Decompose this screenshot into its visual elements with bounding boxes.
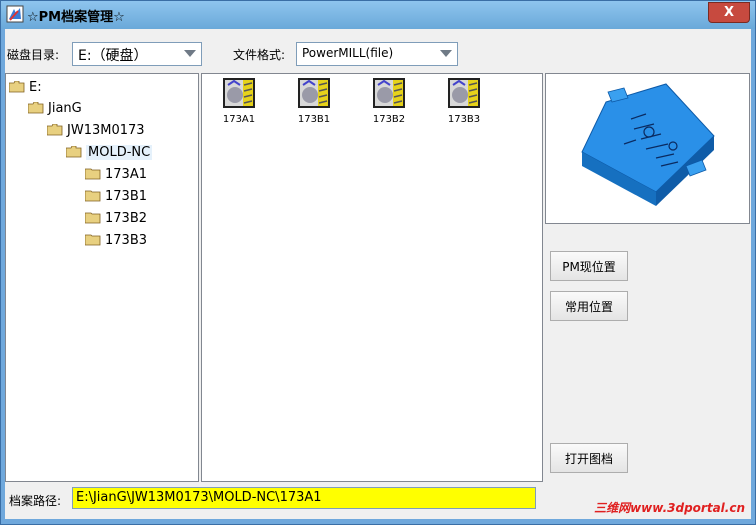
folder-icon — [85, 168, 101, 180]
file-item[interactable]: 173A1 — [214, 77, 264, 125]
folder-open-icon — [47, 124, 63, 136]
file-item-label: 173B3 — [447, 114, 481, 125]
window-title: ☆PM档案管理☆ — [27, 10, 125, 25]
tree-item[interactable]: 173A1 — [85, 165, 147, 183]
path-value: E:\JianG\JW13M0173\MOLD-NC\173A1 — [76, 490, 322, 505]
tree-item-label: MOLD-NC — [86, 144, 153, 160]
file-item[interactable]: 173B2 — [364, 77, 414, 125]
tree-item-label: 173B1 — [105, 188, 148, 204]
title-bar[interactable]: ☆PM档案管理☆ X — [1, 1, 755, 29]
powermill-project-icon — [298, 78, 330, 108]
tree-item-label: 173A1 — [105, 166, 147, 182]
folder-icon — [85, 212, 101, 224]
common-location-button[interactable]: 常用位置 — [550, 291, 628, 321]
close-button[interactable]: X — [708, 2, 750, 23]
client-area: 磁盘目录: E:（硬盘） 文件格式: PowerMILL(file) E: Ji… — [5, 29, 751, 519]
tree-item-label: E: — [29, 79, 42, 95]
format-label: 文件格式: — [233, 48, 286, 62]
powermill-project-icon — [223, 78, 255, 108]
tree-item-label: JianG — [48, 100, 82, 116]
model-preview — [545, 73, 750, 224]
open-archive-button[interactable]: 打开图档 — [550, 443, 628, 473]
file-item-label: 173B2 — [372, 114, 406, 125]
format-select-value: PowerMILL(file) — [302, 46, 394, 60]
disk-select-value: E:（硬盘） — [78, 48, 148, 64]
tree-item-label: JW13M0173 — [67, 122, 145, 138]
powermill-project-icon — [373, 78, 405, 108]
tree-item[interactable]: JianG — [28, 99, 82, 117]
tree-item[interactable]: 173B1 — [85, 187, 147, 205]
path-field[interactable]: E:\JianG\JW13M0173\MOLD-NC\173A1 — [72, 487, 536, 509]
folder-open-icon — [9, 81, 25, 93]
folder-open-icon — [66, 146, 82, 158]
disk-label: 磁盘目录: — [7, 48, 60, 62]
chevron-down-icon[interactable] — [436, 44, 456, 64]
chevron-down-icon[interactable] — [180, 44, 200, 64]
mold-model-preview — [581, 83, 715, 206]
file-item[interactable]: 173B1 — [289, 77, 339, 125]
tree-item[interactable]: JW13M0173 — [47, 121, 145, 139]
folder-icon — [85, 190, 101, 202]
watermark: 三维网www.3dportal.cn — [594, 501, 745, 515]
tree-item[interactable]: E: — [9, 78, 42, 96]
file-list[interactable]: 173A1 173B1 173B2 173B3 — [201, 73, 543, 482]
tree-item[interactable]: 173B2 — [85, 209, 147, 227]
folder-open-icon — [28, 102, 44, 114]
file-item[interactable]: 173B3 — [439, 77, 489, 125]
tree-item-label: 173B3 — [105, 232, 148, 248]
file-item-label: 173A1 — [222, 114, 256, 125]
file-item-label: 173B1 — [297, 114, 331, 125]
powermill-project-icon — [448, 78, 480, 108]
tree-item-selected[interactable]: MOLD-NC — [66, 143, 153, 161]
tree-item[interactable]: 173B3 — [85, 231, 147, 249]
pm-location-button[interactable]: PM现位置 — [550, 251, 628, 281]
main-window: ☆PM档案管理☆ X 磁盘目录: E:（硬盘） 文件格式: PowerMILL(… — [0, 0, 756, 525]
app-icon — [6, 5, 24, 23]
folder-tree[interactable]: E: JianG JW13M0173 MOLD-NC 173A1 173B1 1… — [5, 73, 199, 482]
path-label: 档案路径: — [9, 494, 62, 508]
format-select[interactable]: PowerMILL(file) — [296, 42, 458, 66]
tree-item-label: 173B2 — [105, 210, 148, 226]
folder-icon — [85, 234, 101, 246]
disk-select[interactable]: E:（硬盘） — [72, 42, 202, 66]
